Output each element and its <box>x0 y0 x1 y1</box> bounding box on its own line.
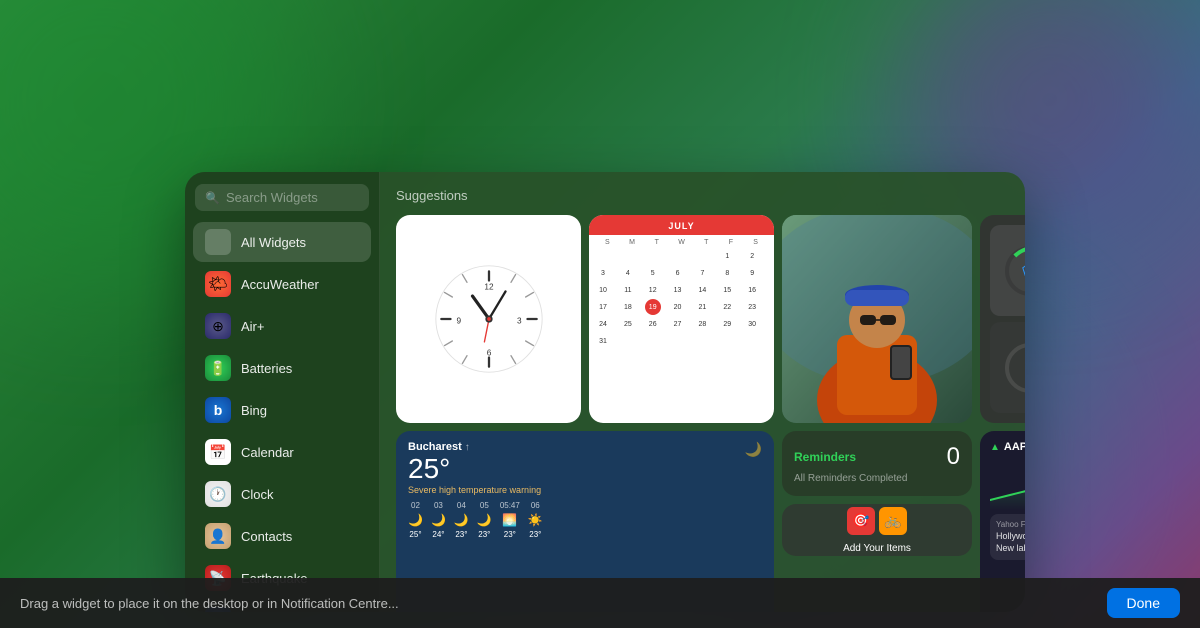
sidebar-item-label: All Widgets <box>241 235 306 250</box>
bluetooth-icon: ⬠ <box>1022 260 1025 281</box>
search-icon: 🔍 <box>205 191 220 205</box>
clock-icon: 🕐 <box>205 481 231 507</box>
stock-news: Yahoo Finance Vid... Hollywood strikes;N… <box>990 514 1025 560</box>
reminder-subtitle: All Reminders Completed <box>794 473 960 484</box>
cal-grid: S M T W T F S 1 2 <box>589 235 774 353</box>
cal-days: 1 2 3 4 5 6 7 8 9 10 11 12 13 14 <box>595 248 768 349</box>
sidebar-item-accuweather[interactable]: 🌤 AccuWeather <box>193 264 371 304</box>
forecast-icon: 🌙 <box>454 513 469 527</box>
bt-ring: ⬠ <box>1005 246 1025 296</box>
forecast-item: 02 🌙 25° <box>408 501 423 539</box>
sidebar-item-label: Contacts <box>241 529 292 544</box>
weather-temp: 25° <box>408 455 762 483</box>
add-items-label: Add Your Items <box>843 543 911 554</box>
person-photo-svg <box>782 215 972 423</box>
bottom-hint: Drag a widget to place it on the desktop… <box>20 596 399 611</box>
cal-day-name: S <box>595 239 620 246</box>
air-icon: ⊕ <box>205 313 231 339</box>
clock-face: 12 3 6 9 <box>434 264 544 374</box>
sidebar-item-label: Clock <box>241 487 274 502</box>
cal-day-name: W <box>669 239 694 246</box>
sidebar-item-all-widgets[interactable]: All Widgets <box>193 222 371 262</box>
stock-header: ▲ AAPL 193.99 <box>990 441 1025 456</box>
add-item-icon-2: 🚲 <box>879 507 907 535</box>
add-item-icon-1: 🎯 <box>847 507 875 535</box>
cal-day-name: S <box>743 239 768 246</box>
photo-placeholder <box>782 215 972 423</box>
svg-text:12: 12 <box>484 283 494 292</box>
sidebar-item-label: Batteries <box>241 361 292 376</box>
weather-moon-icon: 🌙 <box>745 441 762 458</box>
calendar-widget[interactable]: JULY S M T W T F S <box>589 215 774 423</box>
clock-widget[interactable]: 12 3 6 9 <box>396 215 581 423</box>
reminder-header: Reminders 0 <box>794 443 960 471</box>
forecast-icon: 🌙 <box>431 513 446 527</box>
sidebar-item-air[interactable]: ⊕ Air+ <box>193 306 371 346</box>
search-bar[interactable]: 🔍 <box>195 184 369 211</box>
search-input[interactable] <box>226 190 359 205</box>
sidebar-item-calendar[interactable]: 📅 Calendar <box>193 432 371 472</box>
forecast-item: 05 🌙 23° <box>477 501 492 539</box>
sidebar: 🔍 All Widgets 🌤 AccuWeather ⊕ Air+ 🔋 Bat… <box>185 172 380 612</box>
stock-up-arrow-icon: ▲ <box>990 442 1000 453</box>
stock-news-source: Yahoo Finance Vid... <box>996 520 1025 529</box>
done-button[interactable]: Done <box>1107 588 1180 618</box>
weather-city: Bucharest ↑ <box>408 441 762 453</box>
sidebar-item-label: Bing <box>241 403 267 418</box>
cal-day-name: T <box>694 239 719 246</box>
add-items-widget[interactable]: 🎯 🚲 Add Your Items <box>782 504 972 556</box>
sidebar-item-bing[interactable]: b Bing <box>193 390 371 430</box>
cal-month: JULY <box>599 221 764 231</box>
reminder-count: 0 <box>947 443 960 471</box>
forecast-icon: 🌙 <box>408 513 423 527</box>
stock-news-text: Hollywood strikes;New labor deals... <box>996 531 1025 554</box>
forecast-icon: 🌙 <box>477 513 492 527</box>
suggestions-title: Suggestions <box>396 188 468 203</box>
cal-day-name: F <box>719 239 744 246</box>
sidebar-item-label: AccuWeather <box>241 277 319 292</box>
widget-panel: 🔍 All Widgets 🌤 AccuWeather ⊕ Air+ 🔋 Bat… <box>185 172 1025 612</box>
cal-days-header: S M T W T F S <box>595 239 768 246</box>
forecast-icon: ☀️ <box>528 513 543 527</box>
bt-item-bluetooth: ⬠ <box>990 225 1025 316</box>
sidebar-item-clock[interactable]: 🕐 Clock <box>193 474 371 514</box>
forecast-icon: 🌅 <box>502 513 517 527</box>
batteries-icon: 🔋 <box>205 355 231 381</box>
bottom-bar: Drag a widget to place it on the desktop… <box>0 578 1200 628</box>
calendar-icon: 📅 <box>205 439 231 465</box>
reminder-title: Reminders <box>794 450 856 464</box>
reminders-widget[interactable]: Reminders 0 All Reminders Completed <box>782 431 972 496</box>
sidebar-item-contacts[interactable]: 👤 Contacts <box>193 516 371 556</box>
bt-ring-empty <box>1005 343 1025 393</box>
sidebar-item-label: Calendar <box>241 445 294 460</box>
weather-forecast: 02 🌙 25° 03 🌙 24° 04 🌙 23° <box>408 501 762 539</box>
forecast-item: 03 🌙 24° <box>431 501 446 539</box>
weather-desc: Severe high temperature warning <box>408 485 762 495</box>
bluetooth-widget[interactable]: ⬠ 🖱 <box>980 215 1025 423</box>
accuweather-icon: 🌤 <box>205 271 231 297</box>
all-widgets-icon <box>205 229 231 255</box>
add-items-icons: 🎯 🚲 <box>847 507 907 535</box>
bing-icon: b <box>205 397 231 423</box>
forecast-item: 06 ☀️ 23° <box>528 501 543 539</box>
contacts-icon: 👤 <box>205 523 231 549</box>
cal-day-name: T <box>644 239 669 246</box>
stock-ticker: ▲ AAPL <box>990 441 1025 453</box>
bt-item-empty1 <box>990 322 1025 413</box>
sidebar-item-label: Air+ <box>241 319 264 334</box>
sidebar-item-batteries[interactable]: 🔋 Batteries <box>193 348 371 388</box>
svg-text:6: 6 <box>486 349 491 358</box>
main-content: Suggestions <box>380 172 1025 612</box>
cal-day-name: M <box>620 239 645 246</box>
svg-text:3: 3 <box>516 317 521 326</box>
stock-chart-svg <box>990 460 1025 510</box>
svg-text:9: 9 <box>456 317 461 326</box>
forecast-item: 05:47 🌅 23° <box>500 501 520 539</box>
stock-chart <box>990 460 1025 510</box>
photo-widget[interactable] <box>782 215 972 423</box>
calendar-header: JULY <box>589 215 774 235</box>
forecast-item: 04 🌙 23° <box>454 501 469 539</box>
suggestions-header: Suggestions <box>396 188 1009 203</box>
